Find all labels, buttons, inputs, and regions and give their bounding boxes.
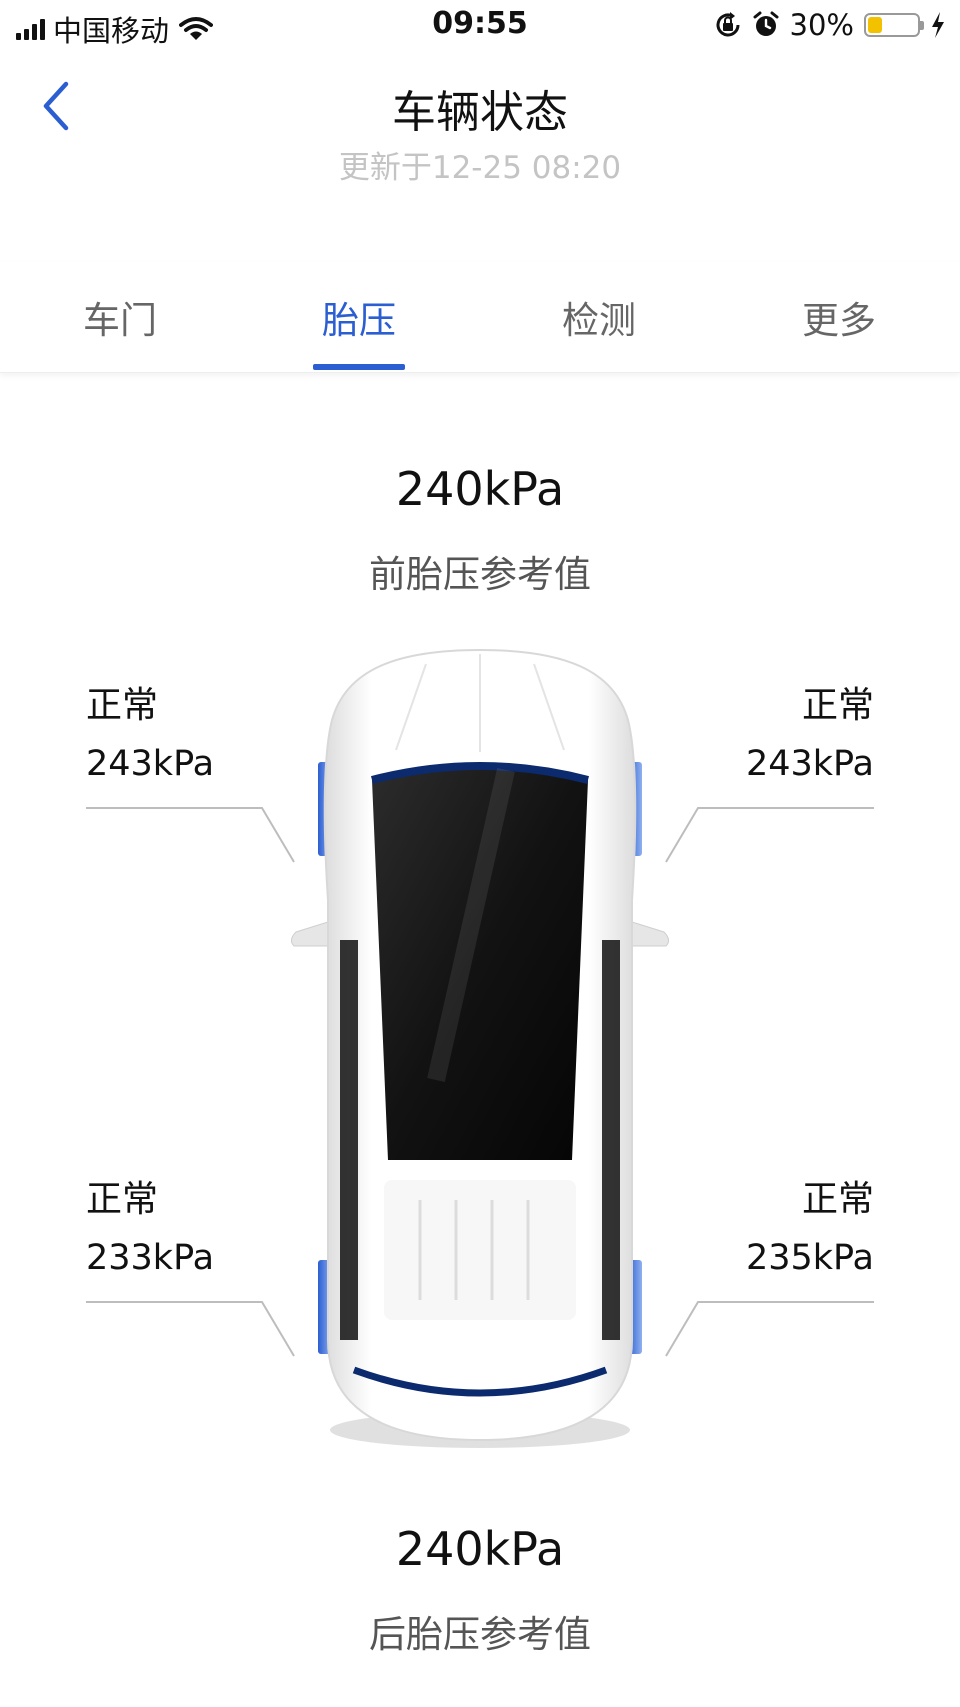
status-bar: 中国移动 09:55 30% xyxy=(0,0,960,54)
rear-left-status: 正常 xyxy=(86,1179,159,1220)
front-right-pressure: 243kPa xyxy=(745,744,874,784)
rear-trunk xyxy=(384,1180,576,1320)
update-time: 更新于12-25 08:20 xyxy=(338,150,622,186)
rear-left-leader xyxy=(86,1301,295,1357)
battery-level xyxy=(868,17,882,33)
front-left-pressure: 243kPa xyxy=(86,744,215,784)
page-title: 车辆状态 xyxy=(392,87,568,138)
tab-more[interactable]: 更多 xyxy=(759,290,919,344)
tab-bar: 车门 胎压 检测 更多 xyxy=(0,262,960,373)
tab-tire-pressure[interactable]: 胎压 xyxy=(279,290,439,344)
rear-right-pressure: 235kPa xyxy=(745,1238,874,1278)
orientation-lock-icon xyxy=(716,12,740,37)
front-reference-label: 前胎压参考值 xyxy=(369,553,591,596)
rear-reference-value: 240kPa xyxy=(395,1522,565,1576)
car-top-view xyxy=(290,648,670,1448)
alarm-icon xyxy=(753,11,779,36)
status-right: 30% xyxy=(714,8,946,42)
front-left-status: 正常 xyxy=(86,685,159,726)
rear-right-leader xyxy=(665,1301,874,1357)
left-mirror xyxy=(290,921,329,947)
panoramic-roof xyxy=(372,766,588,1160)
charging-icon xyxy=(932,12,944,38)
active-tab-indicator xyxy=(313,364,405,370)
battery-percent: 30% xyxy=(789,8,854,42)
right-mirror xyxy=(631,921,670,947)
rear-left-pressure: 233kPa xyxy=(86,1238,215,1278)
rear-reference-label: 后胎压参考值 xyxy=(369,1613,591,1656)
tab-doors[interactable]: 车门 xyxy=(40,290,200,344)
front-right-status: 正常 xyxy=(801,685,874,726)
front-right-leader xyxy=(665,807,874,863)
front-left-leader xyxy=(86,807,295,863)
tab-inspection[interactable]: 检测 xyxy=(519,290,679,344)
rear-right-status: 正常 xyxy=(801,1179,874,1220)
front-reference-value: 240kPa xyxy=(395,462,565,516)
battery-icon xyxy=(864,13,924,37)
